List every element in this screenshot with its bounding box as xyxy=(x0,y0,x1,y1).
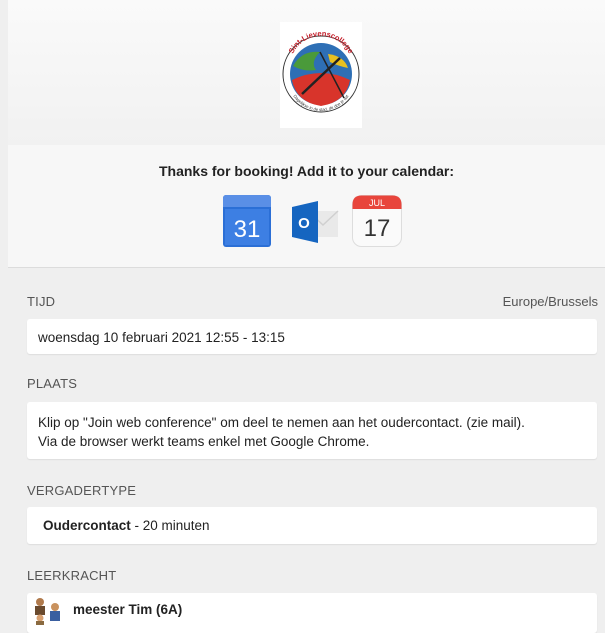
meeting-type-label: VERGADERTYPE xyxy=(27,483,137,498)
outlook-icon: O xyxy=(292,201,339,243)
teacher-avatar xyxy=(31,595,63,625)
booking-title: Thanks for booking! Add it to your calen… xyxy=(158,163,455,179)
add-to-apple-calendar-button[interactable]: JUL 17 xyxy=(352,195,402,252)
outlook-letter: O xyxy=(298,215,310,232)
booking-confirmation: Thanks for booking! Add it to your calen… xyxy=(8,145,605,268)
teacher-name: meester Tim (6A) xyxy=(73,602,183,617)
apple-calendar-icon: JUL 17 xyxy=(352,195,402,247)
teacher-card: meester Tim (6A) xyxy=(27,593,597,633)
google-calendar-day: 31 xyxy=(234,216,261,243)
ical-month: JUL xyxy=(369,198,385,208)
place-label: PLAATS xyxy=(27,376,78,391)
meeting-type-name: Oudercontact xyxy=(43,518,131,533)
place-line-2: Via de browser werkt teams enkel met Goo… xyxy=(38,434,370,449)
google-calendar-icon: 31 xyxy=(223,195,271,247)
teacher-label: LEERKRACHT xyxy=(27,568,117,583)
place-line-1: Klip op "Join web conference" om deel te… xyxy=(38,415,525,430)
time-label: TIJD xyxy=(27,294,56,309)
add-to-outlook-button[interactable]: O xyxy=(288,195,342,252)
time-card: woensdag 10 februari 2021 12:55 - 13:15 xyxy=(27,319,597,354)
meeting-type-card: Oudercontact - 20 minuten xyxy=(27,507,597,544)
add-to-google-calendar-button[interactable]: 31 xyxy=(223,195,271,252)
school-logo: Sint-Lievenscollege Dagelijkse in de sta… xyxy=(280,22,362,128)
place-card: Klip op "Join web conference" om deel te… xyxy=(27,402,597,459)
time-value: woensdag 10 februari 2021 12:55 - 13:15 xyxy=(38,330,285,345)
header-banner: Sint-Lievenscollege Dagelijkse in de sta… xyxy=(8,0,605,145)
timezone-label: Europe/Brussels xyxy=(502,294,598,309)
ical-day: 17 xyxy=(364,215,391,242)
meeting-type-duration: - 20 minuten xyxy=(130,518,210,533)
